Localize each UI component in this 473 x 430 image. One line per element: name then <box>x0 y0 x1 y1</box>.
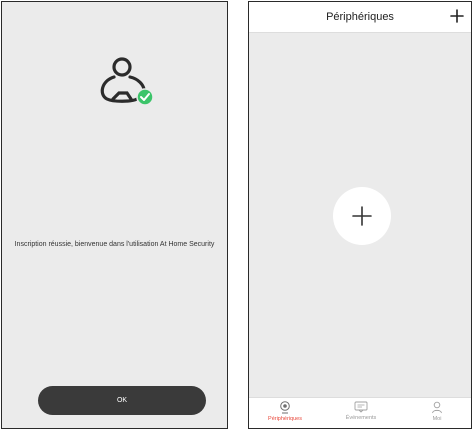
tab-evenements-label: Événements <box>345 415 377 421</box>
tab-peripheriques-label: Périphériques <box>268 416 302 422</box>
camera-icon <box>280 401 290 414</box>
tab-peripheriques[interactable]: Périphériques <box>255 398 315 428</box>
tab-evenements[interactable]: Événements <box>331 398 391 428</box>
plus-icon <box>352 206 372 226</box>
devices-screen: Périphériques Périphériques Événements M… <box>248 1 472 429</box>
top-bar: Périphériques <box>249 2 471 33</box>
add-device-button[interactable] <box>333 187 391 245</box>
message-icon <box>354 401 368 413</box>
person-icon <box>432 401 442 414</box>
welcome-message: Inscription réussie, bienvenue dans l'ut… <box>14 241 215 248</box>
add-device-plus-icon[interactable] <box>449 8 465 24</box>
page-title: Périphériques <box>326 11 394 23</box>
tab-moi-label: Moi <box>432 416 442 422</box>
tab-moi[interactable]: Moi <box>407 398 467 428</box>
user-registered-check-icon <box>100 57 154 106</box>
ok-button-label: OK <box>116 397 128 404</box>
registration-success-screen: Inscription réussie, bienvenue dans l'ut… <box>1 1 228 429</box>
bottom-tab-bar: Périphériques Événements Moi <box>249 397 471 428</box>
ok-button[interactable]: OK <box>38 386 206 415</box>
